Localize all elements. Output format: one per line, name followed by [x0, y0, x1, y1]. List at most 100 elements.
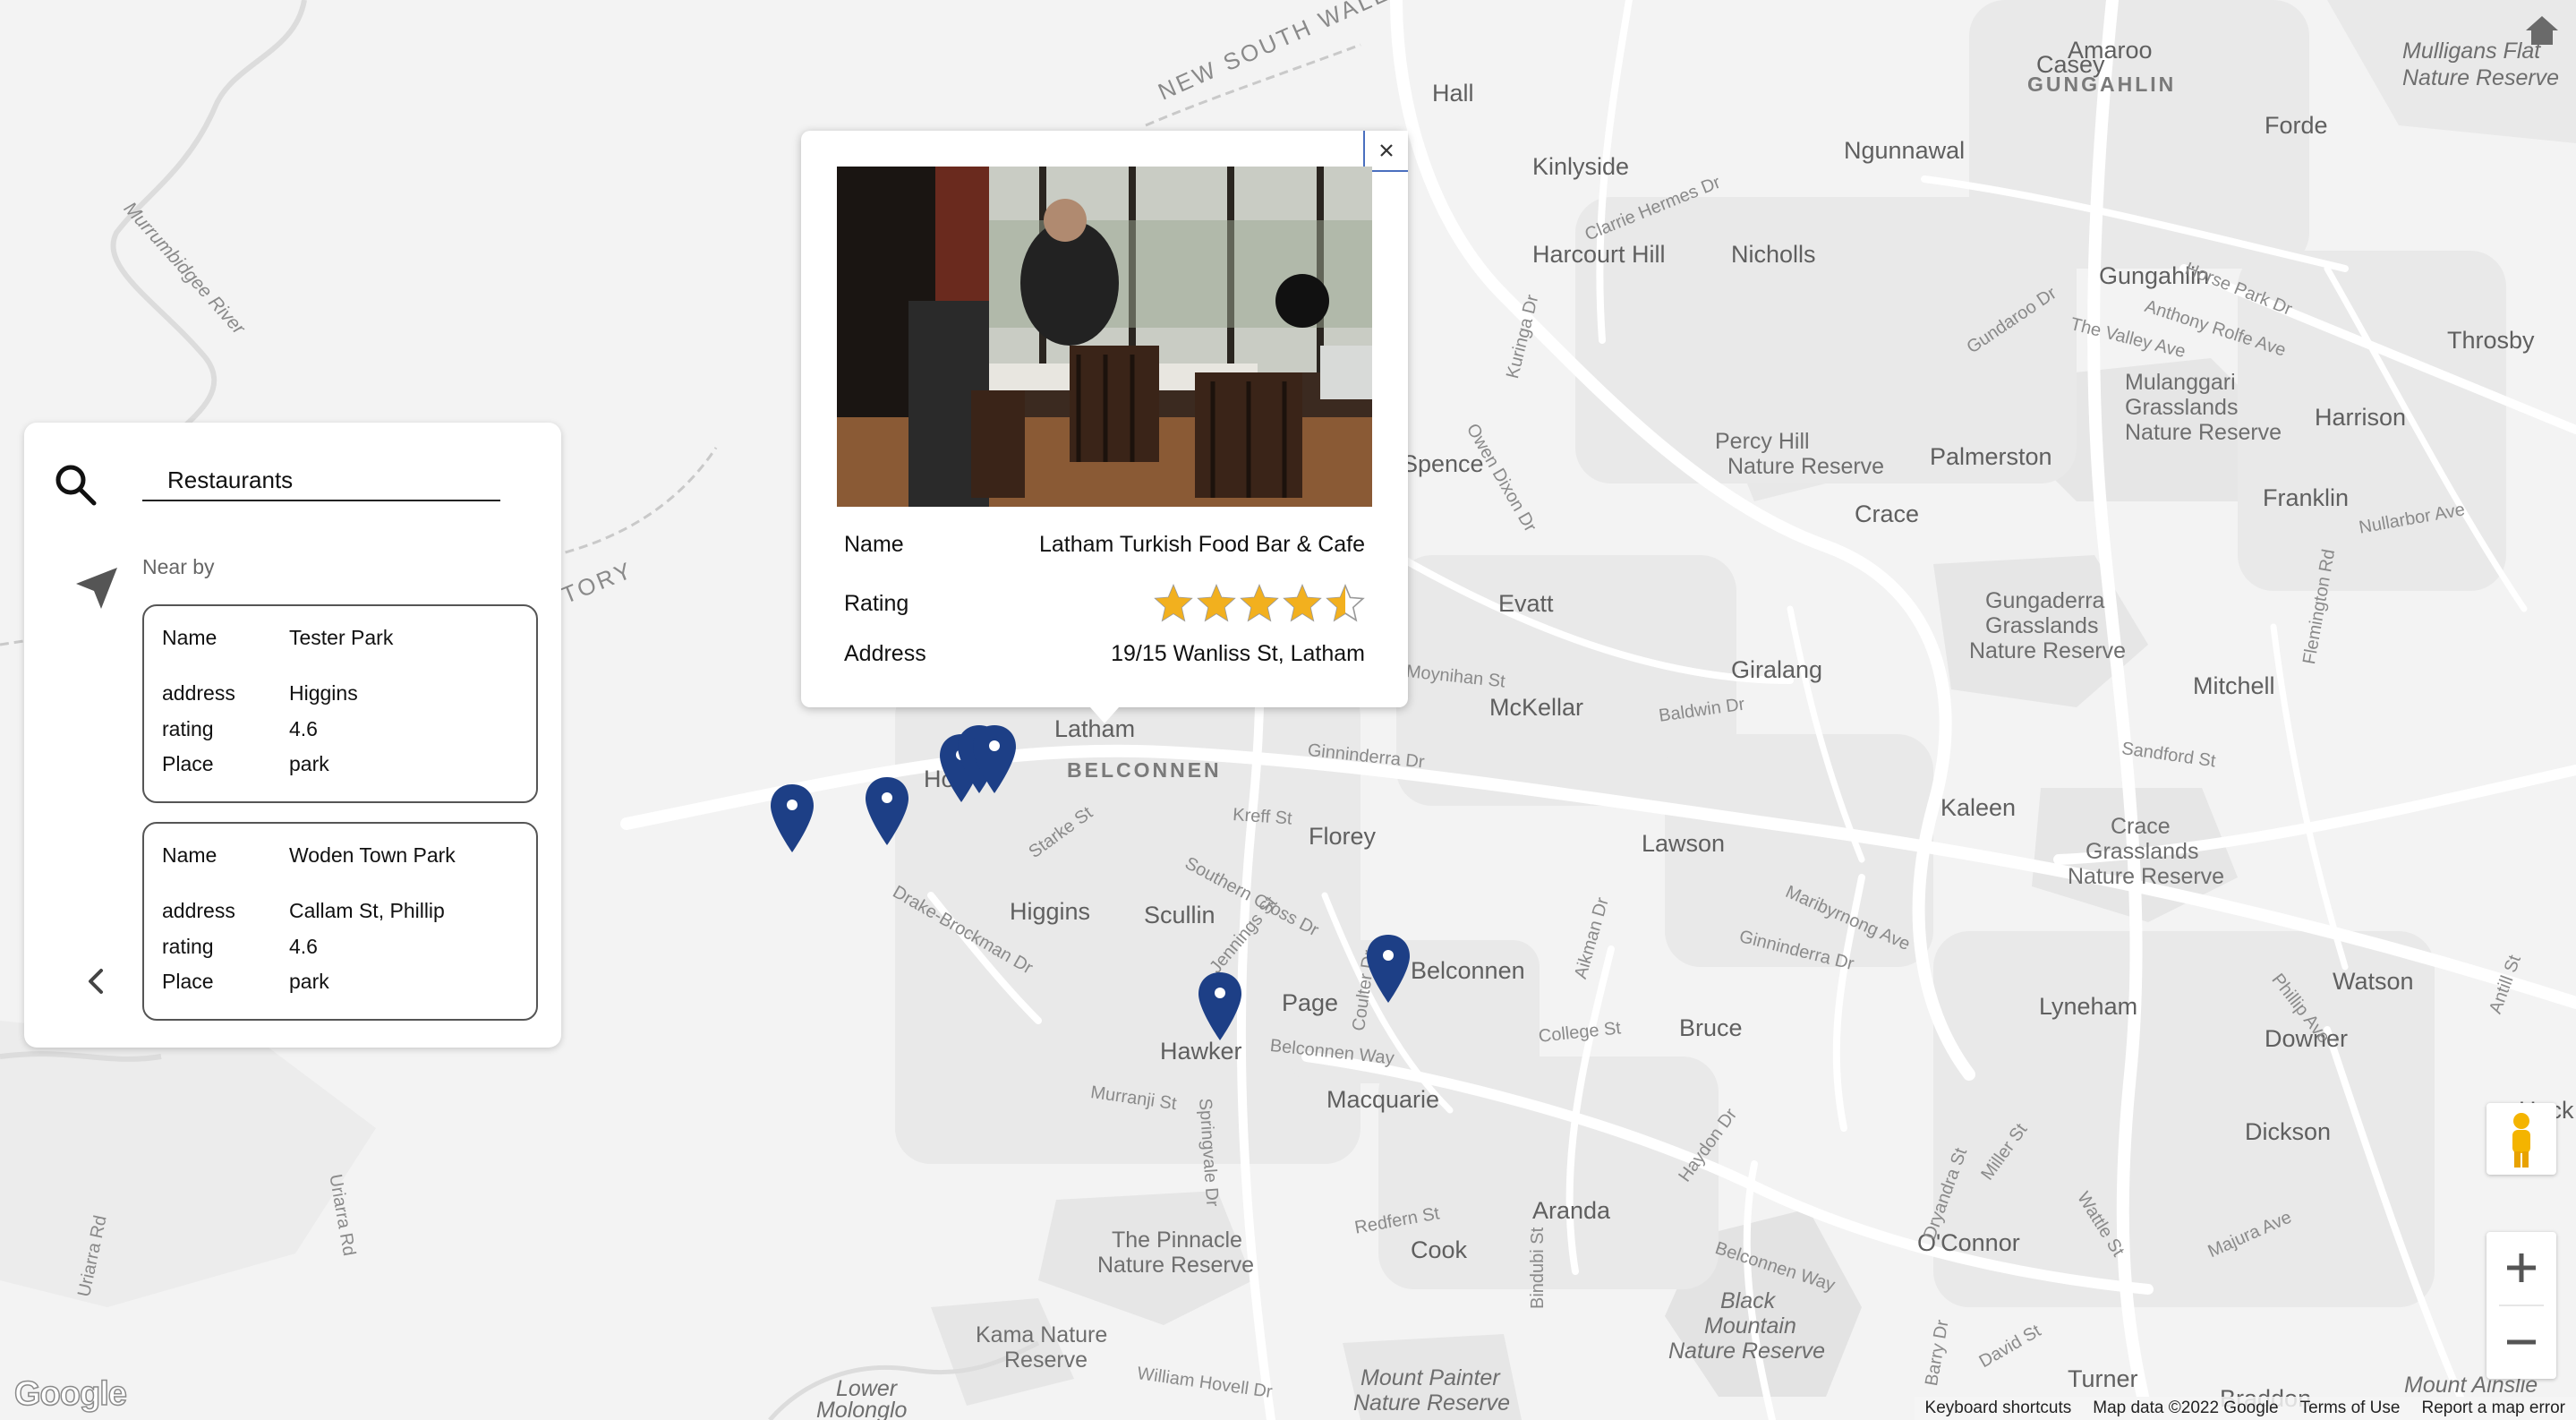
popup-name-value: Latham Turkish Food Bar & Cafe — [1038, 532, 1365, 557]
suburb-label-aranda: Aranda — [1532, 1197, 1611, 1224]
star-icon — [1283, 584, 1322, 622]
star-icon — [1326, 584, 1365, 622]
popup-rating-row: Rating — [844, 584, 1365, 623]
place-name: Woden Town Park — [289, 843, 456, 867]
star-icon — [1197, 584, 1236, 622]
zoom-out-button[interactable] — [2486, 1306, 2556, 1378]
suburb-label-ngunnawal: Ngunnawal — [1844, 137, 1966, 164]
search-panel: Near by Name Tester Park address Higgins r… — [24, 423, 561, 1048]
popup-address-value: 19/15 Wanliss St, Latham — [1111, 641, 1365, 666]
suburb-label-kinlyside: Kinlyside — [1532, 153, 1630, 180]
popup-name-row: Name Latham Turkish Food Bar & Cafe — [844, 532, 1365, 558]
street-view-pegman-button[interactable] — [2486, 1103, 2556, 1175]
restaurant-photo — [837, 167, 1372, 507]
suburb-label-franklin: Franklin — [2263, 484, 2350, 511]
place-card[interactable]: Name Tester Park address Higgins rating 4.6… — [142, 604, 538, 803]
chevron-left-icon[interactable] — [80, 965, 112, 997]
info-popup: Name Latham Turkish Food Bar & Cafe Rati… — [801, 131, 1408, 723]
reserve-label-crace-1: Crace — [2111, 814, 2171, 839]
plus-icon — [2507, 1253, 2536, 1282]
district-label-gungahlin: GUNGAHLIN — [2027, 73, 2177, 96]
navigation-arrow-icon[interactable] — [73, 564, 121, 612]
reserve-label-percy-1: Percy Hill — [1715, 429, 1810, 454]
reserve-label-gungaderra-1: Gungaderra — [1985, 588, 2105, 613]
place-type: park — [289, 752, 329, 775]
place-card[interactable]: Name Woden Town Park address Callam St, Ph… — [142, 822, 538, 1021]
place-address-label: address — [162, 899, 235, 922]
place-address: Higgins — [289, 681, 358, 705]
suburb-label-cook: Cook — [1411, 1236, 1468, 1263]
star-icon — [1154, 584, 1193, 622]
suburb-label-belconnen: Belconnen — [1411, 957, 1525, 984]
reserve-label-mulanggari-3: Nature Reserve — [2125, 420, 2282, 445]
reserve-label-mulligans-1: Mulligans Flat — [2402, 38, 2541, 64]
suburb-label-dickson: Dickson — [2245, 1118, 2332, 1145]
suburb-label-palmerston: Palmerston — [1930, 443, 2052, 470]
suburb-label-florey: Florey — [1309, 823, 1377, 850]
map-marker-icon[interactable] — [768, 783, 816, 854]
place-name-label: Name — [162, 843, 218, 867]
suburb-label-page: Page — [1282, 989, 1339, 1016]
suburb-label-throsby: Throsby — [2447, 327, 2535, 354]
suburb-label-amaroo: Amaroo — [2068, 37, 2153, 64]
reserve-label-black-mtn-2: Mountain — [1704, 1313, 1796, 1339]
place-type: park — [289, 970, 329, 993]
reserve-label-percy-2: Nature Reserve — [1727, 454, 1885, 479]
place-type-label: Place — [162, 752, 214, 775]
suburb-label-scullin: Scullin — [1144, 902, 1215, 928]
suburb-label-watson: Watson — [2333, 968, 2414, 995]
place-address: Callam St, Phillip — [289, 899, 445, 922]
place-address-label: address — [162, 681, 235, 705]
reserve-label-kama-2: Reserve — [1004, 1347, 1088, 1373]
keyboard-shortcuts-link[interactable]: Keyboard shortcuts — [1915, 1397, 2083, 1420]
reserve-label-kama-1: Kama Nature — [976, 1322, 1108, 1347]
zoom-in-button[interactable] — [2486, 1232, 2556, 1304]
map-data-attribution: Map data ©2022 Google — [2093, 1399, 2279, 1417]
street-view-pegman-icon — [2512, 1113, 2530, 1168]
suburb-label-crace: Crace — [1855, 500, 1920, 527]
suburb-label-spence: Spence — [1402, 450, 1484, 477]
reserve-label-mulligans-2: Nature Reserve — [2402, 65, 2560, 90]
suburb-label-kaleen: Kaleen — [1941, 794, 2017, 821]
minus-icon — [2507, 1339, 2536, 1345]
place-rating: 4.6 — [289, 717, 318, 740]
suburb-label-higgins: Higgins — [1010, 898, 1091, 925]
reserve-label-mulanggari-2: Grasslands — [2125, 395, 2239, 420]
search-input[interactable] — [142, 460, 500, 501]
suburb-label-harrison: Harrison — [2315, 404, 2407, 431]
reserve-label-mulanggari-1: Mulanggari — [2125, 370, 2236, 395]
place-name: Tester Park — [289, 626, 394, 649]
suburb-label-forde: Forde — [2265, 112, 2328, 139]
terms-of-use-link[interactable]: Terms of Use — [2290, 1397, 2411, 1420]
nearby-label: Near by — [142, 555, 215, 578]
reserve-label-molonglo-2: Molonglo — [816, 1398, 908, 1420]
report-map-error-link[interactable]: Report a map error — [2410, 1397, 2576, 1420]
home-icon[interactable] — [2522, 13, 2562, 48]
suburb-label-lyneham: Lyneham — [2039, 993, 2138, 1020]
popup-name-label: Name — [844, 532, 904, 557]
suburb-label-hawker: Hawker — [1160, 1038, 1242, 1065]
map-marker-icon[interactable] — [970, 723, 1019, 795]
suburb-label-harcourt-hill: Harcourt Hill — [1532, 241, 1666, 268]
google-logo: Google — [13, 1374, 127, 1414]
reserve-label-pinnacle-2: Nature Reserve — [1097, 1253, 1255, 1278]
map-marker-icon[interactable] — [1364, 933, 1412, 1005]
reserve-label-mt-painter-2: Nature Reserve — [1353, 1390, 1511, 1416]
place-name-label: Name — [162, 626, 218, 649]
reserve-label-crace-3: Nature Reserve — [2068, 864, 2225, 889]
district-label-belconnen: BELCONNEN — [1067, 758, 1222, 782]
suburb-label-bruce: Bruce — [1679, 1014, 1743, 1041]
popup-address-label: Address — [844, 641, 926, 666]
popup-address-row: Address 19/15 Wanliss St, Latham — [844, 641, 1365, 667]
suburb-label-mckellar: McKellar — [1489, 694, 1584, 721]
map-marker-icon[interactable] — [1196, 971, 1244, 1042]
suburb-label-hall: Hall — [1432, 80, 1474, 107]
reserve-label-black-mtn-3: Nature Reserve — [1668, 1339, 1826, 1364]
reserve-label-pinnacle-1: The Pinnacle — [1112, 1228, 1242, 1253]
reserve-label-mt-painter-1: Mount Painter — [1361, 1365, 1500, 1390]
suburb-label-mitchell: Mitchell — [2193, 672, 2275, 699]
map-footer: Keyboard shortcuts Map data ©2022 Google… — [1914, 1397, 2576, 1420]
map-marker-icon[interactable] — [863, 775, 911, 847]
search-icon[interactable] — [51, 460, 101, 510]
suburb-label-evatt: Evatt — [1498, 590, 1554, 617]
